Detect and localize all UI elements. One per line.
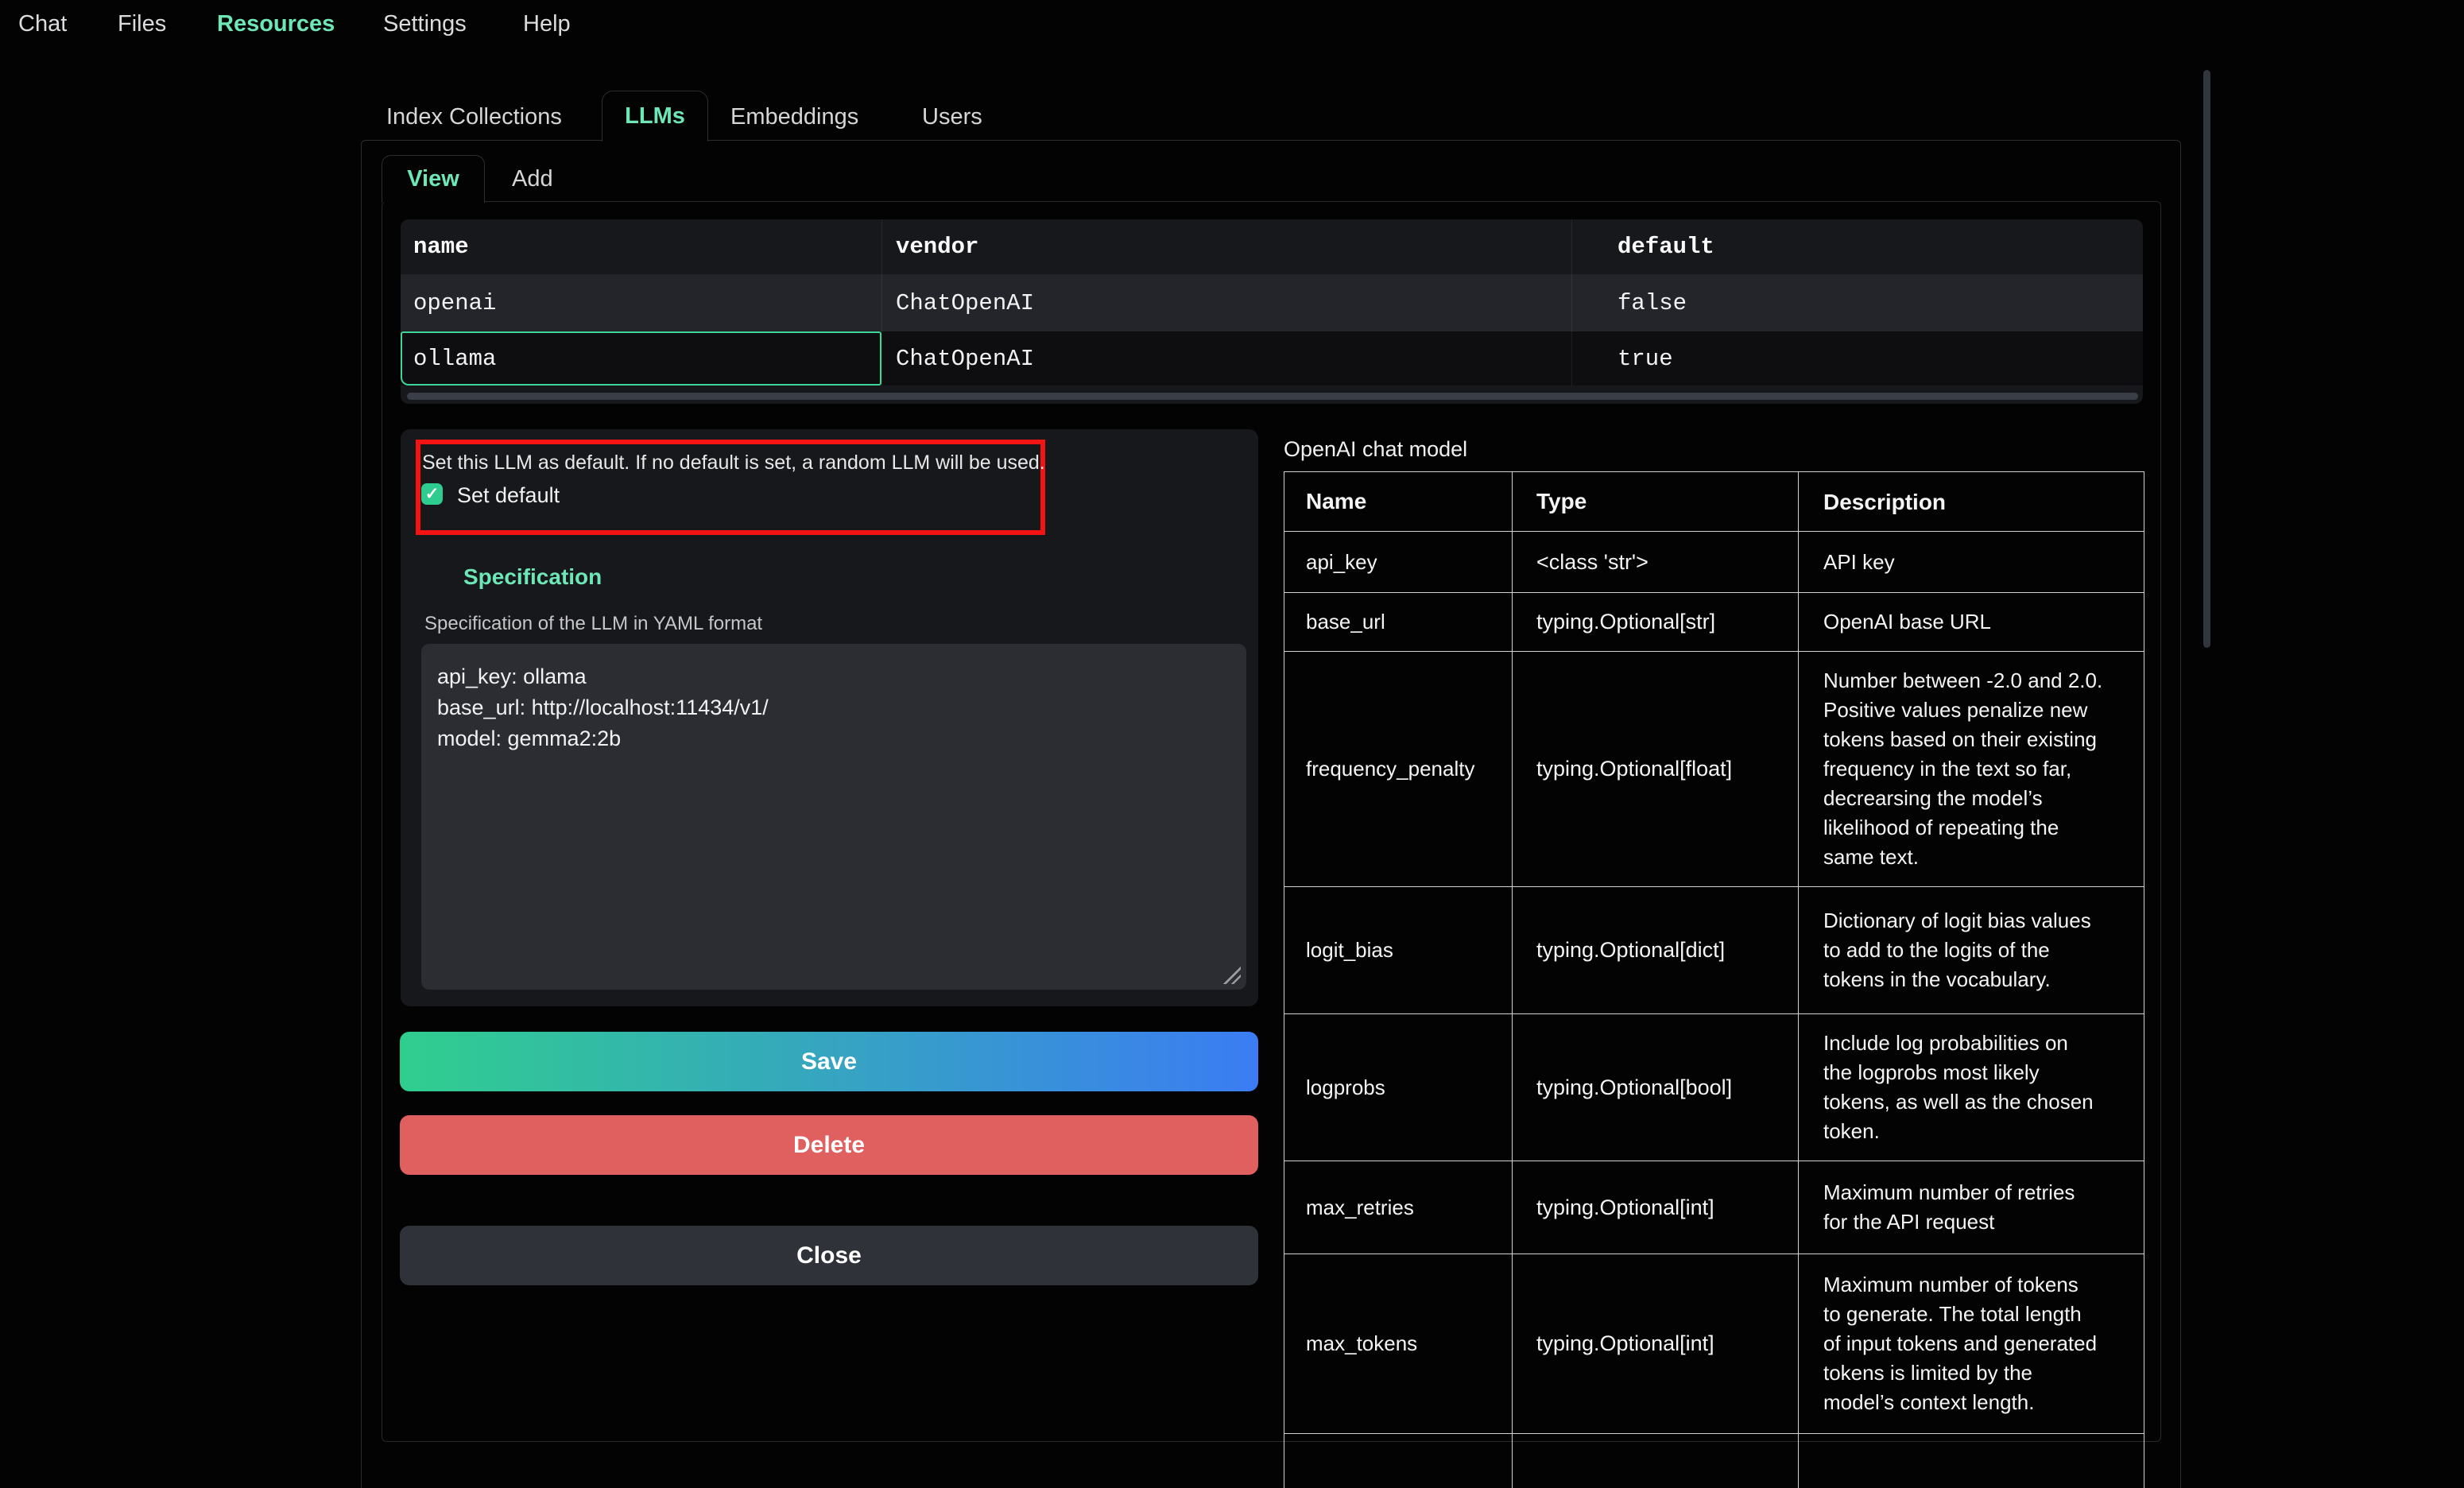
llm-cell-vendor: ChatOpenAI (882, 274, 1572, 331)
page-vertical-scrollbar[interactable] (2203, 70, 2210, 648)
param-name: logprobs (1284, 1014, 1513, 1161)
default-note: Set this LLM as default. If no default i… (422, 451, 1045, 475)
param-type: typing.Optional[int] (1513, 1161, 1799, 1254)
param-name: max_tokens (1284, 1254, 1513, 1434)
param-description: Number between -2.0 and 2.0. Positive va… (1799, 652, 2144, 887)
table-row-partial (1284, 1434, 2144, 1488)
tab-embeddings[interactable]: Embeddings (730, 104, 858, 130)
llm-cell-name-selected: ollama (401, 331, 882, 386)
delete-button[interactable]: Delete (400, 1115, 1258, 1175)
llm-detail-card: Set this LLM as default. If no default i… (401, 429, 1258, 1006)
param-type: typing.Optional[str] (1513, 593, 1799, 652)
close-button[interactable]: Close (400, 1226, 1258, 1285)
llm-cell-vendor: ChatOpenAI (882, 331, 1572, 386)
llm-cell-default: false (1572, 274, 2143, 331)
default-highlight-box: Set this LLM as default. If no default i… (416, 440, 1045, 535)
resources-page: Chat Files Resources Settings Help Index… (0, 0, 2464, 1488)
llm-table: name vendor default openai ChatOpenAI fa… (401, 219, 2143, 404)
llm-table-header-default: default (1572, 219, 2143, 274)
table-row: api_key <class 'str'> API key (1284, 532, 2144, 593)
nav-item-help[interactable]: Help (523, 11, 571, 37)
param-name: base_url (1284, 593, 1513, 652)
subtab-view[interactable]: View (382, 155, 485, 203)
param-type: typing.Optional[float] (1513, 652, 1799, 887)
table-row: logprobs typing.Optional[bool] Include l… (1284, 1014, 2144, 1161)
subtab-view-label: View (407, 166, 459, 192)
param-type: typing.Optional[int] (1513, 1254, 1799, 1434)
param-description: OpenAI base URL (1799, 593, 2144, 652)
param-type: <class 'str'> (1513, 532, 1799, 593)
llm-cell-default: true (1572, 331, 2143, 386)
nav-item-chat[interactable]: Chat (18, 11, 67, 37)
model-info-header-name: Name (1284, 472, 1513, 532)
textarea-resize-handle-icon[interactable] (1223, 967, 1241, 984)
param-description: Maximum number of tokens to generate. Th… (1799, 1254, 2144, 1434)
llm-table-horizontal-scrollbar[interactable] (407, 393, 2138, 400)
selected-llm-name: ollama (413, 346, 496, 372)
tab-llms[interactable]: LLMs (602, 91, 708, 141)
table-row: frequency_penalty typing.Optional[float]… (1284, 652, 2144, 887)
param-type: typing.Optional[bool] (1513, 1014, 1799, 1161)
set-default-label: Set default (457, 483, 560, 508)
model-info-header-type: Type (1513, 472, 1799, 532)
set-default-checkbox[interactable]: ✓ (421, 483, 443, 505)
specification-heading: Specification (463, 564, 602, 590)
param-description: Maximum number of retries for the API re… (1799, 1161, 2144, 1254)
specification-textarea[interactable]: api_key: ollama base_url: http://localho… (421, 644, 1246, 990)
llm-table-header-vendor: vendor (882, 219, 1572, 274)
llm-table-row-ollama[interactable]: ollama ChatOpenAI true (401, 331, 2143, 386)
param-description: Include log probabilities on the logprob… (1799, 1014, 2144, 1161)
tab-users[interactable]: Users (922, 104, 982, 130)
param-name: logit_bias (1284, 887, 1513, 1014)
tab-index-collections[interactable]: Index Collections (386, 104, 562, 130)
save-button[interactable]: Save (400, 1032, 1258, 1091)
table-row: logit_bias typing.Optional[dict] Diction… (1284, 887, 2144, 1014)
specification-sublabel: Specification of the LLM in YAML format (424, 613, 762, 635)
param-description: Dictionary of logit bias values to add t… (1799, 887, 2144, 1014)
llm-table-header-name: name (401, 219, 882, 274)
table-row: max_tokens typing.Optional[int] Maximum … (1284, 1254, 2144, 1434)
table-row: base_url typing.Optional[str] OpenAI bas… (1284, 593, 2144, 652)
param-description: API key (1799, 532, 2144, 593)
llm-table-row-openai[interactable]: openai ChatOpenAI false (401, 274, 2143, 331)
nav-item-settings[interactable]: Settings (383, 11, 467, 37)
nav-item-files[interactable]: Files (118, 11, 166, 37)
param-name: api_key (1284, 532, 1513, 593)
specification-editor: api_key: ollama base_url: http://localho… (421, 644, 1246, 990)
subtab-add[interactable]: Add (512, 166, 553, 192)
param-type: typing.Optional[dict] (1513, 887, 1799, 1014)
model-info-header-row: Name Type Description (1284, 472, 2144, 532)
checkmark-icon: ✓ (425, 486, 440, 502)
llm-table-header-row: name vendor default (401, 219, 2143, 274)
nav-item-resources[interactable]: Resources (217, 11, 335, 37)
model-info-header-description: Description (1799, 472, 2144, 532)
llm-cell-name: openai (401, 274, 882, 331)
model-info-table: Name Type Description api_key <class 'st… (1284, 471, 2144, 1488)
tab-llms-label: LLMs (625, 103, 685, 130)
param-name: frequency_penalty (1284, 652, 1513, 887)
table-row: max_retries typing.Optional[int] Maximum… (1284, 1161, 2144, 1254)
model-info-title: OpenAI chat model (1284, 437, 1467, 462)
param-name: max_retries (1284, 1161, 1513, 1254)
